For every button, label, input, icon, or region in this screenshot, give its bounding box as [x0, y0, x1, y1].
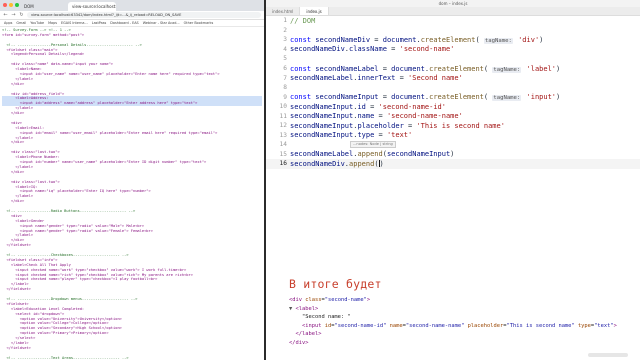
bookmark-item[interactable]: LastPass: [92, 21, 107, 25]
browser-tabbar: DOM view-source:localhost:63342: [0, 0, 264, 11]
code-line[interactable]: 1// DOM: [266, 16, 640, 26]
code-line[interactable]: 15 secondNameLabel.append(secondNameInput…: [266, 150, 640, 160]
code-editor-window: dom – index.js index.html index.js 1// D…: [266, 0, 640, 360]
line-number: 16: [279, 160, 287, 168]
code-line[interactable]: 16 secondNameDiv.append(): [266, 159, 640, 169]
bookmark-item[interactable]: Apps: [4, 21, 12, 25]
code-text: // DOM: [290, 16, 316, 25]
browser-tab-dom[interactable]: DOM: [20, 2, 68, 11]
result-line: ▼ <label>: [289, 305, 319, 312]
reload-icon[interactable]: ↻: [19, 12, 24, 18]
code-text: const secondNameLabel = document.createE…: [290, 64, 561, 73]
code-area[interactable]: 1// DOM 2 3 const secondNameDiv = document.…: [266, 16, 640, 169]
code-text: secondNameInput.name = 'second-name-name…: [290, 112, 463, 121]
line-number: 9: [283, 93, 287, 101]
code-line[interactable]: 13 secondNameInput.type = 'text': [266, 131, 640, 141]
overlay-heading: В итоге будет: [289, 277, 382, 291]
line-number: 14: [279, 141, 287, 149]
code-text: secondNameInput.id = 'second-name-id': [290, 102, 446, 111]
code-text: secondNameInput.placeholder = 'This is s…: [290, 121, 505, 130]
maximize-window-button[interactable]: [15, 3, 19, 7]
line-number: 7: [283, 74, 287, 82]
bookmark-item[interactable]: Maps: [48, 21, 57, 25]
result-markup: <div class="second-name"> ▼ <label> "Seco…: [289, 296, 617, 348]
code-line[interactable]: 5: [266, 54, 640, 64]
code-line[interactable]: 6 const secondNameLabel = document.create…: [266, 64, 640, 74]
code-line[interactable]: 7 secondNameLabel.innerText = 'Second nam…: [266, 73, 640, 83]
code-line[interactable]: 4 secondNameDiv.className = 'second-name': [266, 45, 640, 55]
parameter-hint-popup: ...nodes: Node | string: [350, 141, 396, 148]
code-line[interactable]: 14: [266, 140, 640, 150]
bookmarks-bar: Apps Gmail YouTube Maps EGAIS Interna... Last…: [0, 20, 264, 27]
window-controls: [3, 3, 19, 7]
result-line: <div class="second-name">: [289, 297, 371, 303]
line-number: 10: [279, 103, 287, 111]
source-line: <!-- ---------------Text Areas----------…: [2, 355, 129, 360]
close-window-button[interactable]: [3, 3, 7, 7]
code-line[interactable]: 3 const secondNameDiv = document.createEl…: [266, 35, 640, 45]
bookmark-item[interactable]: YouTube: [30, 21, 44, 25]
minimize-window-button[interactable]: [9, 3, 13, 7]
line-number: 3: [283, 36, 287, 44]
line-number: 1: [283, 17, 287, 25]
line-number: 15: [279, 150, 287, 158]
line-number: 8: [283, 84, 287, 92]
forward-arrow-icon[interactable]: →: [11, 12, 16, 18]
code-line[interactable]: 11 secondNameInput.name = 'second-name-na…: [266, 111, 640, 121]
code-line[interactable]: 10 secondNameInput.id = 'second-name-id': [266, 102, 640, 112]
back-arrow-icon[interactable]: ←: [3, 12, 8, 18]
code-text: secondNameInput.type = 'text': [290, 131, 413, 140]
result-line: "Second name: ": [289, 314, 351, 321]
result-line: </label>: [295, 331, 322, 338]
editor-title: dom – index.js: [266, 0, 640, 7]
bookmark-item[interactable]: Other Bookmarks: [184, 21, 214, 25]
code-text: const secondNameInput = document.createE…: [290, 93, 561, 102]
bookmark-item[interactable]: Webinar - Star Acad...: [143, 21, 180, 25]
video-progress-handle: [588, 353, 628, 357]
line-number: 5: [283, 55, 287, 63]
code-line[interactable]: 12 secondNameInput.placeholder = 'This is…: [266, 121, 640, 131]
line-number: 4: [283, 45, 287, 53]
page-source: <!-- Survey-Form --> <!-- 1 --> <form id=…: [0, 27, 264, 360]
line-number: 2: [283, 26, 287, 34]
line-number: 12: [279, 122, 287, 130]
line-number: 6: [283, 65, 287, 72]
code-text: const secondNameDiv = document.createEle…: [290, 35, 544, 44]
code-text: secondNameLabel.append(secondNameInput): [290, 150, 455, 159]
editor-tabs: index.html index.js: [266, 7, 640, 16]
code-text: secondNameDiv.append(): [290, 159, 384, 168]
address-bar: ← → ↻ view-source:localhost:63342/dom/in…: [0, 11, 264, 20]
line-number: 11: [279, 112, 287, 120]
bookmark-item[interactable]: Dashboard - EAS: [110, 21, 138, 25]
browser-window: DOM view-source:localhost:63342 ← → ↻ vi…: [0, 0, 264, 360]
result-line: <input id="second-name-id" name="second-…: [301, 322, 617, 329]
code-text: secondNameDiv.className = 'second-name': [290, 45, 455, 54]
result-line: </div>: [289, 339, 309, 346]
bookmark-item[interactable]: EGAIS Interna...: [61, 21, 88, 25]
code-line[interactable]: 8: [266, 83, 640, 93]
line-number: 13: [279, 131, 287, 139]
editor-tab-index-js[interactable]: index.js: [300, 7, 329, 15]
editor-tab-index-html[interactable]: index.html: [266, 7, 301, 15]
code-text: secondNameLabel.innerText = 'Second name…: [290, 74, 463, 83]
url-input[interactable]: view-source:localhost:63342/dom/index.ht…: [27, 12, 261, 18]
browser-tab-view-source[interactable]: view-source:localhost:63342: [68, 2, 116, 11]
bookmark-item[interactable]: Gmail: [16, 21, 26, 25]
code-line[interactable]: 2: [266, 26, 640, 36]
code-line[interactable]: 9 const secondNameInput = document.create…: [266, 92, 640, 102]
